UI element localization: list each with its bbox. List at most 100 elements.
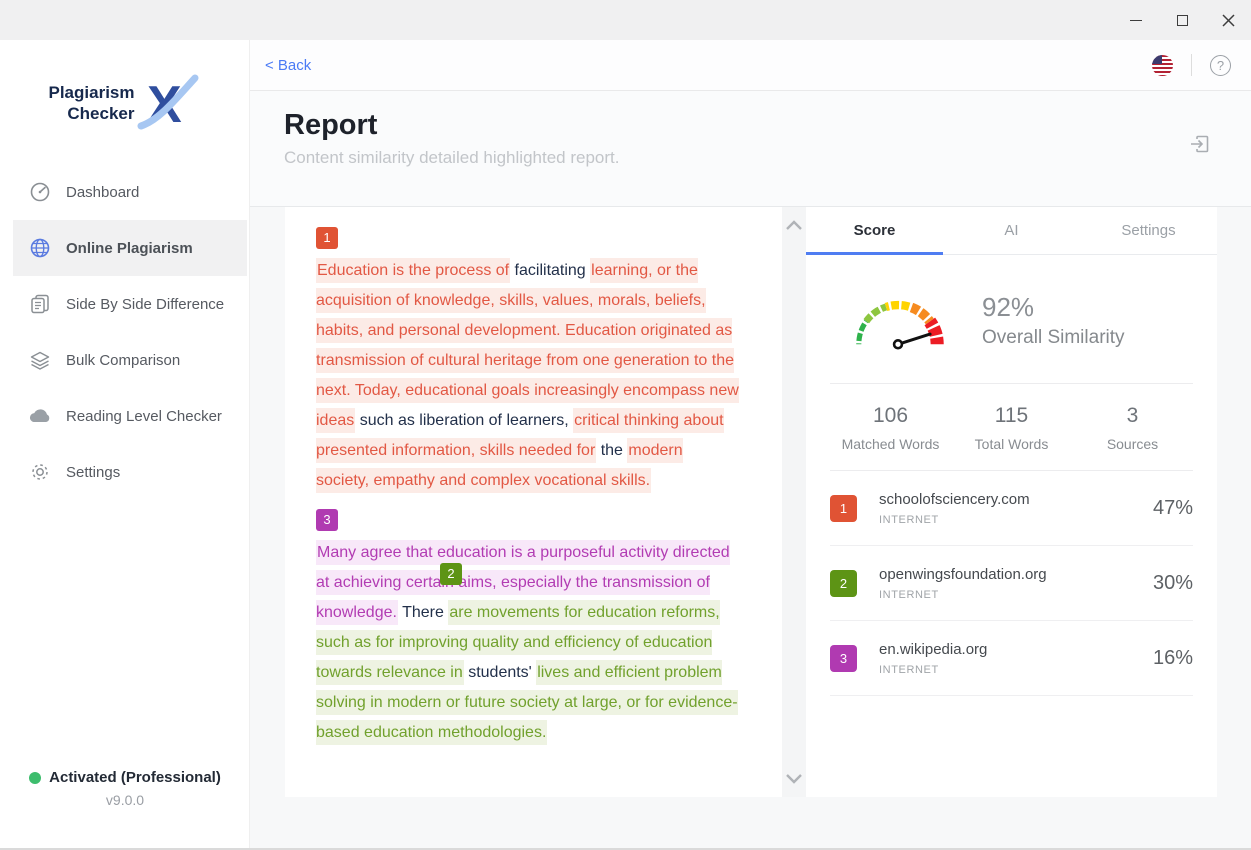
highlight-red: learning, or the acquisition of knowledg…	[316, 258, 739, 433]
logo-line-1: Plagiarism	[49, 82, 135, 103]
stat-label: Total Words	[951, 436, 1072, 452]
similarity-percent: 92%	[982, 292, 1125, 323]
stat-label: Matched Words	[830, 436, 951, 452]
activation-label: Activated (Professional)	[49, 769, 221, 786]
sidebar-item-label: Dashboard	[66, 184, 139, 201]
chevron-down-icon	[785, 773, 803, 785]
sidebar-item-side-by-side[interactable]: Side By Side Difference	[0, 276, 249, 332]
sources-list: 1 schoolofsciencery.com INTERNET 47% 2 o…	[806, 471, 1217, 696]
highlight-red: Education is the process of	[316, 258, 510, 283]
scroll-down-button[interactable]	[782, 767, 806, 791]
plain-text: such as liberation of learners,	[355, 412, 573, 429]
documents-icon	[28, 292, 52, 316]
sidebar-item-label: Side By Side Difference	[66, 296, 224, 313]
logo-x-icon: X	[137, 74, 201, 132]
source-percent: 47%	[1153, 497, 1193, 520]
stat-total-words: 115 Total Words	[951, 404, 1072, 452]
status-dot	[29, 772, 41, 784]
match-badge-2[interactable]: 2	[440, 563, 462, 585]
export-report-button[interactable]	[1188, 132, 1212, 161]
sidebar: Plagiarism Checker X Dashboard Online Pl…	[0, 40, 250, 850]
plain-text: facilitating	[510, 262, 590, 279]
minimize-icon	[1130, 20, 1142, 21]
close-button[interactable]	[1205, 0, 1251, 40]
source-badge: 2	[830, 570, 857, 597]
sidebar-item-label: Settings	[66, 464, 120, 481]
report-document: 1 Education is the process of facilitati…	[285, 207, 806, 797]
plain-text: the	[596, 442, 627, 459]
export-icon	[1188, 132, 1212, 156]
maximize-icon	[1177, 15, 1188, 26]
topbar: < Back ?	[250, 40, 1251, 91]
document-text: 1 Education is the process of facilitati…	[316, 227, 740, 761]
page-header: Report Content similarity detailed highl…	[250, 91, 1251, 207]
language-flag-icon[interactable]	[1152, 55, 1173, 76]
page-title: Report	[284, 109, 377, 142]
sidebar-item-dashboard[interactable]: Dashboard	[0, 164, 249, 220]
stat-value: 115	[951, 404, 1072, 428]
plain-text: There	[398, 604, 448, 621]
sidebar-item-online-plagiarism[interactable]: Online Plagiarism	[13, 220, 247, 276]
page-subtitle: Content similarity detailed highlighted …	[284, 148, 619, 168]
stat-matched-words: 106 Matched Words	[830, 404, 951, 452]
maximize-button[interactable]	[1159, 0, 1205, 40]
gear-icon	[28, 460, 52, 484]
overall-score: 92% Overall Similarity	[842, 283, 1217, 357]
source-type: INTERNET	[879, 589, 1047, 601]
source-title: schoolofsciencery.com	[879, 491, 1030, 508]
scroll-up-button[interactable]	[782, 213, 806, 237]
activation-status: Activated (Professional) v9.0.0	[0, 769, 250, 808]
source-percent: 16%	[1153, 647, 1193, 670]
match-badge-1[interactable]: 1	[316, 227, 338, 249]
stat-value: 106	[830, 404, 951, 428]
flag-canton	[1152, 55, 1162, 64]
match-badge-3[interactable]: 3	[316, 509, 338, 531]
sidebar-item-reading-level[interactable]: Reading Level Checker	[0, 388, 249, 444]
source-title: openwingsfoundation.org	[879, 566, 1047, 583]
document-scrollbar[interactable]	[782, 207, 806, 797]
results-tabs: Score AI Settings	[806, 207, 1217, 255]
source-title: en.wikipedia.org	[879, 641, 987, 658]
stat-sources: 3 Sources	[1072, 404, 1193, 452]
stats-row: 106 Matched Words 115 Total Words 3 Sour…	[806, 384, 1217, 470]
app-logo: Plagiarism Checker X	[0, 68, 249, 138]
source-badge: 1	[830, 495, 857, 522]
tab-settings[interactable]: Settings	[1080, 207, 1217, 254]
source-type: INTERNET	[879, 514, 1030, 526]
stat-value: 3	[1072, 404, 1193, 428]
source-type: INTERNET	[879, 664, 987, 676]
tab-ai[interactable]: AI	[943, 207, 1080, 254]
active-tab-underline	[806, 252, 943, 255]
sidebar-item-label: Reading Level Checker	[66, 408, 222, 425]
cloud-icon	[28, 404, 52, 428]
topbar-divider	[1191, 54, 1192, 76]
help-icon[interactable]: ?	[1210, 55, 1231, 76]
plain-text: students'	[464, 664, 536, 681]
source-percent: 30%	[1153, 572, 1193, 595]
window-titlebar	[0, 0, 1251, 40]
similarity-label: Overall Similarity	[982, 327, 1125, 349]
source-row-2[interactable]: 2 openwingsfoundation.org INTERNET 30%	[830, 546, 1193, 621]
source-row-1[interactable]: 1 schoolofsciencery.com INTERNET 47%	[830, 471, 1193, 546]
sidebar-item-label: Bulk Comparison	[66, 352, 180, 369]
sidebar-item-bulk-comparison[interactable]: Bulk Comparison	[0, 332, 249, 388]
paragraph-1: Education is the process of facilitating…	[316, 256, 740, 496]
minimize-button[interactable]	[1113, 0, 1159, 40]
source-badge: 3	[830, 645, 857, 672]
chevron-up-icon	[785, 219, 803, 231]
sidebar-item-label: Online Plagiarism	[66, 240, 193, 257]
tab-score[interactable]: Score	[806, 207, 943, 254]
sidebar-item-settings[interactable]: Settings	[0, 444, 249, 500]
paragraph-2: Many agree that education is a purposefu…	[316, 538, 740, 748]
dashboard-icon	[28, 180, 52, 204]
app-version: v9.0.0	[0, 792, 250, 808]
source-row-3[interactable]: 3 en.wikipedia.org INTERNET 16%	[830, 621, 1193, 696]
logo-line-2: Checker	[49, 103, 135, 124]
stat-label: Sources	[1072, 436, 1193, 452]
close-icon	[1222, 14, 1235, 27]
back-button[interactable]: < Back	[265, 57, 311, 74]
similarity-gauge-icon	[842, 283, 954, 357]
layers-icon	[28, 348, 52, 372]
results-panel: Score AI Settings 92% Overall Similarity…	[806, 207, 1217, 797]
app-logo-text: Plagiarism Checker	[49, 82, 135, 125]
